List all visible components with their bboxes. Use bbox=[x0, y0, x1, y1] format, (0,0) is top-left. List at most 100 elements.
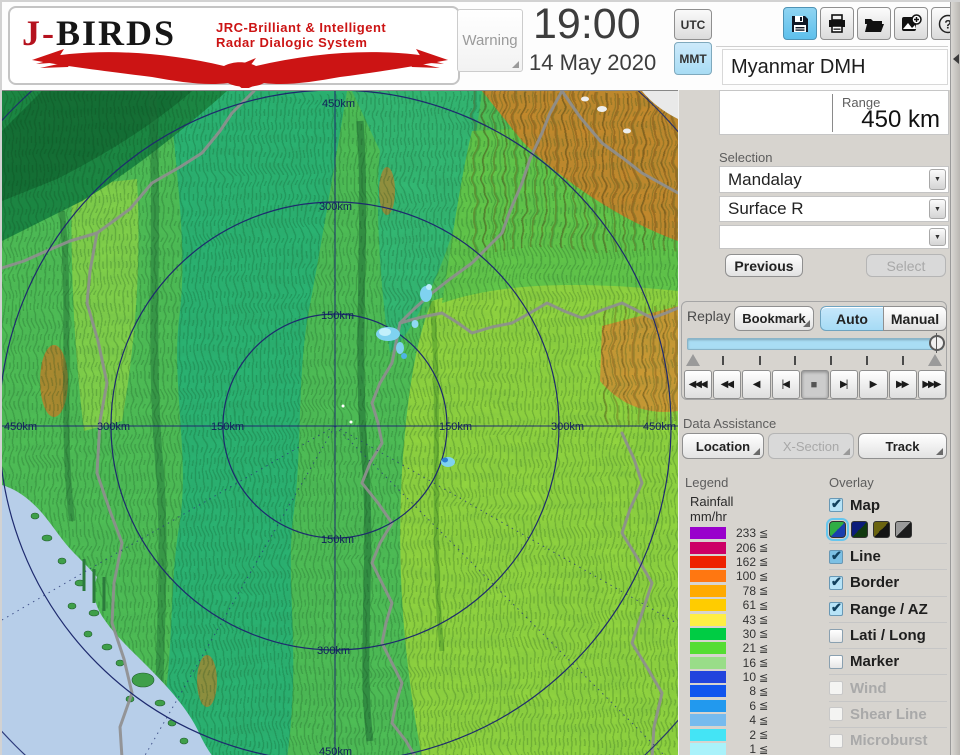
station-name: Myanmar DMH bbox=[722, 49, 948, 85]
playback-button-3[interactable]: |◀ bbox=[772, 370, 800, 399]
overlay-item-range-az[interactable]: Range / AZ bbox=[829, 596, 947, 622]
map-style-swatch-3[interactable] bbox=[895, 521, 912, 538]
map-style-selector bbox=[829, 516, 947, 543]
utc-button[interactable]: UTC bbox=[674, 9, 712, 40]
legend-unit: mm/hr bbox=[690, 509, 820, 524]
panel-collapse-sash[interactable] bbox=[950, 2, 960, 755]
legend-item: 233≦ bbox=[690, 526, 820, 540]
legend-item: 6≦ bbox=[690, 699, 820, 713]
overlay-item-marker[interactable]: Marker bbox=[829, 648, 947, 674]
radar-map[interactable]: 450km300km150km150km300km450km450km300km… bbox=[2, 91, 678, 755]
replay-slider-track[interactable] bbox=[687, 338, 943, 350]
radar-echo bbox=[350, 421, 353, 424]
open-folder-button[interactable] bbox=[857, 7, 891, 40]
playback-button-7[interactable]: ▶▶ bbox=[889, 370, 917, 399]
auto-mode-button[interactable]: Auto bbox=[820, 306, 884, 331]
overlay-item-line[interactable]: Line bbox=[829, 543, 947, 569]
option-dropdown[interactable]: ▼ bbox=[719, 225, 949, 249]
toolbar: ? bbox=[783, 7, 960, 40]
radar-map-area[interactable]: 450km300km150km150km300km450km450km300km… bbox=[2, 90, 678, 755]
playback-button-8[interactable]: ▶▶▶ bbox=[918, 370, 946, 399]
legend-swatch bbox=[690, 685, 726, 697]
previous-button[interactable]: Previous bbox=[725, 254, 803, 277]
checkbox-lati-long[interactable] bbox=[829, 629, 843, 643]
control-panel: Range 450 km Selection Mandalay ▼ Surfac… bbox=[678, 90, 950, 755]
radar-echo bbox=[412, 320, 419, 328]
selection-label: Selection bbox=[719, 150, 772, 165]
xsection-button: X-Section bbox=[768, 433, 854, 459]
site-dropdown-value: Mandalay bbox=[728, 170, 802, 190]
playback-button-1[interactable]: ◀◀ bbox=[713, 370, 741, 399]
product-dropdown-value: Surface R bbox=[728, 199, 804, 219]
chevron-down-icon[interactable]: ▼ bbox=[929, 199, 946, 219]
legend-swatch bbox=[690, 599, 726, 611]
chevron-down-icon[interactable]: ▼ bbox=[929, 228, 946, 246]
map-style-swatch-1[interactable] bbox=[851, 521, 868, 538]
playback-button-2[interactable]: ◀ bbox=[742, 370, 770, 399]
mmt-button[interactable]: MMT bbox=[674, 42, 712, 75]
ring-label: 300km bbox=[319, 201, 352, 213]
map-style-swatch-2[interactable] bbox=[873, 521, 890, 538]
legend-value: 100 bbox=[726, 569, 756, 583]
playback-controls: ◀◀◀◀◀◀|◀■▶|▶▶▶▶▶▶ bbox=[684, 370, 946, 399]
checkbox-line[interactable] bbox=[829, 550, 843, 564]
save-button[interactable] bbox=[783, 7, 817, 40]
print-button[interactable] bbox=[820, 7, 854, 40]
checkbox-marker[interactable] bbox=[829, 655, 843, 669]
bookmark-button[interactable]: Bookmark bbox=[734, 306, 814, 331]
export-image-button[interactable] bbox=[894, 7, 928, 40]
checkbox-range-az[interactable] bbox=[829, 602, 843, 616]
add-image-icon bbox=[900, 13, 922, 35]
warning-button[interactable]: Warning bbox=[457, 9, 523, 72]
printer-icon bbox=[826, 13, 848, 35]
legend-lte-symbol: ≦ bbox=[759, 541, 768, 554]
legend-item: 78≦ bbox=[690, 584, 820, 598]
replay-panel: Replay Bookmark Auto Manual ◀◀◀◀◀◀|◀■▶|▶… bbox=[681, 301, 947, 400]
overlay-item-map[interactable]: Map bbox=[829, 494, 947, 516]
ring-label: 450km bbox=[643, 421, 676, 433]
playback-button-6[interactable]: ▶ bbox=[859, 370, 887, 399]
legend-lte-symbol: ≦ bbox=[759, 656, 768, 669]
track-button[interactable]: Track bbox=[858, 433, 947, 459]
header-divider bbox=[716, 46, 948, 47]
legend-lte-symbol: ≦ bbox=[759, 555, 768, 568]
playback-button-0[interactable]: ◀◀◀ bbox=[684, 370, 712, 399]
slider-start-marker[interactable] bbox=[686, 354, 700, 366]
legend-value: 21 bbox=[726, 641, 756, 655]
site-dropdown[interactable]: Mandalay ▼ bbox=[719, 166, 949, 193]
slider-tick bbox=[902, 356, 904, 365]
playback-button-4[interactable]: ■ bbox=[801, 370, 829, 399]
overlay-item-lati-long[interactable]: Lati / Long bbox=[829, 622, 947, 648]
map-style-swatch-0[interactable] bbox=[829, 521, 846, 538]
legend-item: 2≦ bbox=[690, 727, 820, 741]
manual-mode-button[interactable]: Manual bbox=[883, 306, 947, 331]
slider-end-marker[interactable] bbox=[928, 354, 942, 366]
chevron-down-icon[interactable]: ▼ bbox=[929, 169, 946, 190]
product-dropdown[interactable]: Surface R ▼ bbox=[719, 196, 949, 222]
legend-value: 6 bbox=[726, 699, 756, 713]
overlay-item-microburst: Microburst bbox=[829, 727, 947, 753]
location-button[interactable]: Location bbox=[682, 433, 764, 459]
playback-button-5[interactable]: ▶| bbox=[830, 370, 858, 399]
select-button: Select bbox=[866, 254, 946, 277]
legend-item: 4≦ bbox=[690, 713, 820, 727]
slider-tick bbox=[722, 356, 724, 365]
legend-value: 16 bbox=[726, 656, 756, 670]
overlay-item-border[interactable]: Border bbox=[829, 569, 947, 595]
corner-arrow-icon bbox=[512, 61, 519, 68]
legend-swatch bbox=[690, 527, 726, 539]
checkbox-map[interactable] bbox=[829, 498, 843, 512]
checkbox-border[interactable] bbox=[829, 576, 843, 590]
legend-item: 21≦ bbox=[690, 641, 820, 655]
radar-echo bbox=[442, 458, 448, 463]
checkbox-microburst bbox=[829, 734, 843, 748]
legend-value: 8 bbox=[726, 684, 756, 698]
replay-slider-thumb[interactable] bbox=[929, 335, 945, 351]
save-icon bbox=[789, 13, 811, 35]
checkbox-wind bbox=[829, 681, 843, 695]
logo-subtitle-1: JRC-Brilliant & Intelligent bbox=[216, 20, 386, 35]
legend-item: 43≦ bbox=[690, 612, 820, 626]
legend-lte-symbol: ≦ bbox=[759, 728, 768, 741]
legend-item: 61≦ bbox=[690, 598, 820, 612]
jbirds-app: J-BIRDS JRC-Brilliant & Intelligent Rada… bbox=[0, 0, 960, 755]
